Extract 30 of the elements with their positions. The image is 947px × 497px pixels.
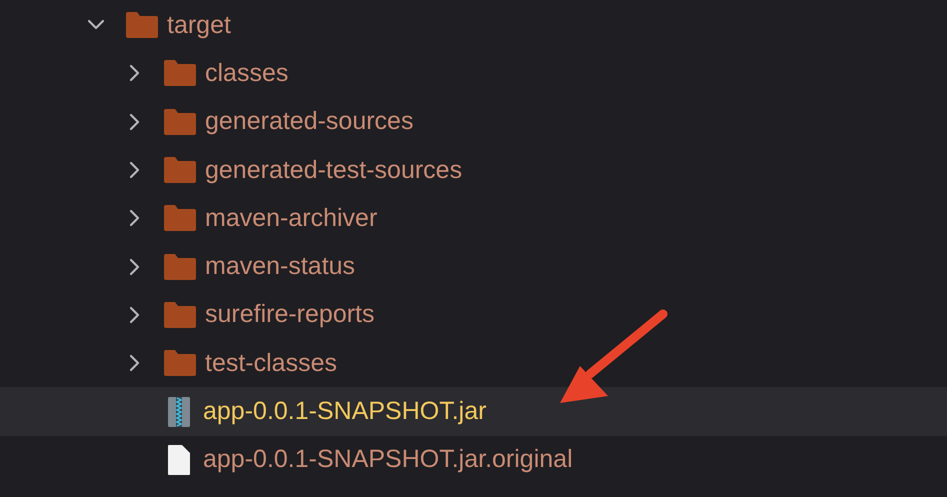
file-name: app-0.0.1-SNAPSHOT.jar.original — [203, 445, 573, 474]
archive-icon — [168, 396, 190, 427]
tree-row[interactable]: surefire-reports — [0, 290, 947, 340]
file-name: target — [167, 10, 231, 40]
file-name: generated-test-sources — [205, 156, 462, 185]
file-name: classes — [205, 58, 288, 88]
tree-row[interactable]: generated-test-sources — [0, 146, 947, 194]
folder-icon — [164, 157, 196, 184]
file-name: maven-archiver — [205, 204, 378, 233]
file-icon — [168, 444, 190, 475]
tree-row[interactable]: app-0.0.1-SNAPSHOT.jar.original — [0, 436, 947, 484]
file-name: surefire-reports — [205, 300, 374, 330]
folder-icon — [164, 302, 196, 328]
tree-row[interactable]: test-classes — [0, 339, 947, 388]
tree-row[interactable]: classes — [0, 49, 947, 98]
file-name: generated-sources — [205, 107, 414, 136]
folder-icon — [164, 60, 196, 86]
folder-icon — [126, 12, 158, 38]
file-name: maven-status — [205, 252, 356, 282]
folder-icon — [164, 350, 196, 376]
folder-icon — [164, 205, 196, 232]
tree-row[interactable]: maven-archiver — [0, 194, 947, 242]
tree-row[interactable]: generated-sources — [0, 98, 947, 146]
folder-icon — [164, 254, 196, 280]
tree-row[interactable]: target — [0, 1, 947, 50]
file-name: test-classes — [205, 348, 337, 378]
tree-row[interactable]: maven-status — [0, 242, 947, 291]
tree-row[interactable]: app-0.0.1-SNAPSHOT.jar — [0, 387, 947, 436]
file-name: app-0.0.1-SNAPSHOT.jar — [203, 397, 486, 426]
folder-icon — [164, 108, 196, 135]
